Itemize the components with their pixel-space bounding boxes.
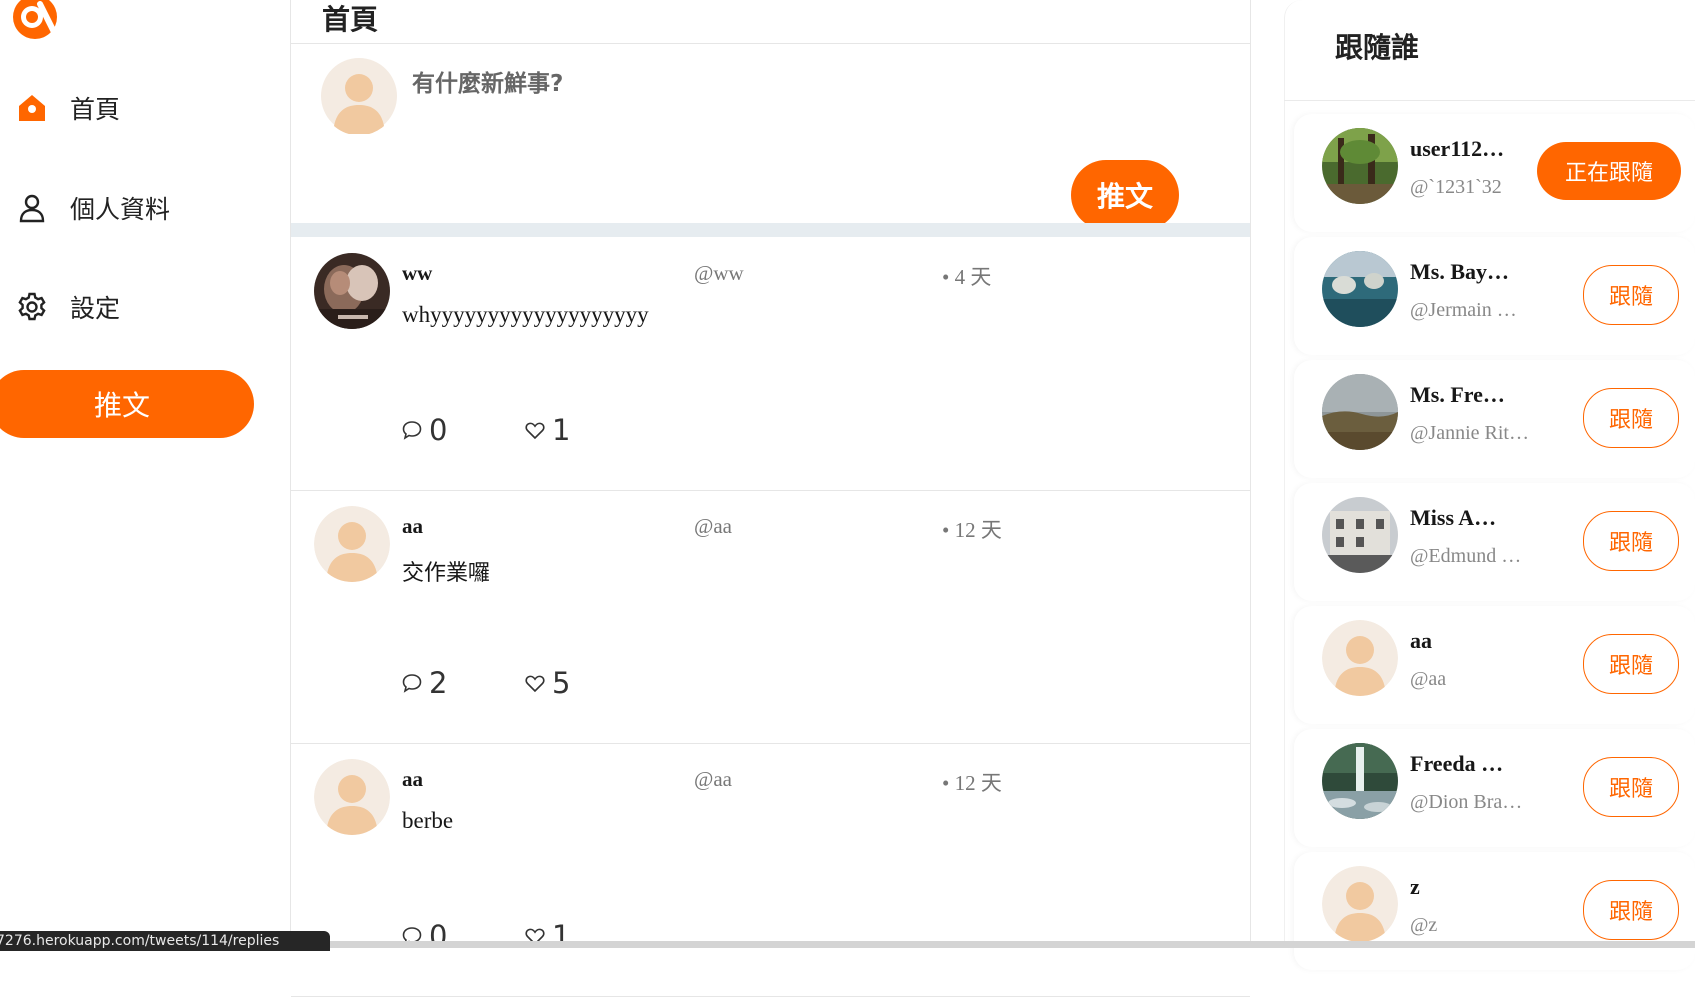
follow-suggestion[interactable]: z @z 跟隨 (1294, 852, 1695, 970)
tweet-content: whyyyyyyyyyyyyyyyyyyy (402, 302, 649, 327)
like-button[interactable]: 5 (524, 666, 570, 700)
compose-separator (291, 223, 1250, 237)
follow-button[interactable]: 跟隨 (1583, 634, 1679, 694)
user-handle: @Dion Bra… (1410, 791, 1523, 813)
tweet-content: 交作業囉 (402, 561, 491, 586)
sidebar-tweet-button[interactable]: 推文 (0, 370, 254, 438)
tweet-time: • 12 天 (942, 518, 1002, 542)
user-name[interactable]: Freeda … (1410, 751, 1545, 777)
status-url-tooltip: 7276.herokuapp.com/tweets/114/replies (0, 931, 330, 951)
who-to-follow-panel: 跟隨誰 user112… @`1231`32 正在跟隨 Ms. Bay… @Je… (1284, 0, 1695, 948)
follow-suggestion[interactable]: Freeda … @Dion Bra… 跟隨 (1294, 729, 1695, 847)
nav-item-home[interactable]: 首頁 (16, 86, 120, 130)
nav-item-profile[interactable]: 個人資料 (16, 186, 170, 230)
tweet-avatar[interactable] (314, 759, 390, 835)
who-to-follow-title: 跟隨誰 (1335, 31, 1420, 64)
title-divider (291, 43, 1250, 44)
compose-avatar (321, 58, 397, 136)
tweet-content: berbe (402, 808, 454, 833)
follow-button[interactable]: 跟隨 (1583, 388, 1679, 448)
tweet-author-handle: @aa (694, 514, 732, 538)
tweet-avatar[interactable] (314, 253, 390, 329)
user-handle: @aa (1410, 668, 1447, 690)
user-handle: @Edmund … (1410, 545, 1522, 567)
tweet-time: • 4 天 (942, 265, 992, 289)
user-avatar[interactable] (1322, 497, 1398, 573)
user-icon (16, 192, 48, 224)
page-title: 首頁 (322, 3, 379, 36)
follow-suggestion[interactable]: Ms. Bay… @Jermain … 跟隨 (1294, 237, 1695, 355)
follow-button[interactable]: 跟隨 (1583, 265, 1679, 325)
tweet-author-handle: @aa (694, 767, 732, 791)
user-handle: @Jannie Rit… (1410, 422, 1529, 444)
user-handle: @Jermain … (1410, 299, 1517, 321)
follow-suggestion[interactable]: user112… @`1231`32 正在跟隨 (1294, 114, 1695, 232)
comment-icon (402, 674, 422, 693)
heart-icon (525, 422, 545, 440)
nav-profile-label: 個人資料 (70, 195, 171, 224)
like-count: 1 (552, 413, 571, 447)
user-name[interactable]: user112… (1410, 136, 1545, 162)
follow-suggestion[interactable]: Ms. Fre… @Jannie Rit… 跟隨 (1294, 360, 1695, 478)
tweet-avatar[interactable] (314, 506, 390, 582)
user-handle: @`1231`32 (1410, 176, 1502, 198)
reply-button[interactable]: 0 (401, 413, 447, 447)
reply-count: 0 (429, 413, 448, 447)
following-button[interactable]: 正在跟隨 (1537, 142, 1681, 200)
comment-icon (402, 421, 422, 440)
like-button[interactable]: 1 (524, 413, 570, 447)
tweet-item[interactable]: aa @aa • 12 天 交作業囉 2 5 (291, 490, 1250, 744)
nav-item-settings[interactable]: 設定 (16, 285, 120, 329)
compose-input[interactable]: 有什麼新鮮事? (412, 64, 563, 98)
tweet-item[interactable]: ww @ww • 4 天 whyyyyyyyyyyyyyyyyyyy 0 1 (291, 237, 1250, 491)
user-avatar[interactable] (1322, 620, 1398, 696)
main-feed: 首頁 有什麼新鮮事? 推文 ww @ww • 4 天 whyyyyyyyyyyy… (291, 0, 1250, 997)
tweet-item[interactable]: aa @aa • 12 天 berbe 0 1 (291, 743, 1250, 997)
user-name[interactable]: Ms. Fre… (1410, 382, 1545, 408)
nav-home-label: 首頁 (70, 95, 121, 124)
compose-tweet-button[interactable]: 推文 (1071, 160, 1179, 230)
logo-icon[interactable] (10, 0, 60, 42)
user-name[interactable]: z (1410, 874, 1545, 900)
tweet-time: • 12 天 (942, 771, 1002, 795)
tweet-author-handle: @ww (694, 261, 744, 285)
gear-icon (16, 291, 48, 323)
follow-button[interactable]: 跟隨 (1583, 757, 1679, 817)
user-avatar[interactable] (1322, 251, 1398, 327)
tweet-author-name[interactable]: aa (402, 514, 423, 539)
right-divider (1250, 0, 1251, 948)
heart-icon (525, 675, 545, 693)
user-name[interactable]: Miss A… (1410, 505, 1545, 531)
tweet-author-name[interactable]: aa (402, 767, 423, 792)
follow-suggestion[interactable]: Miss A… @Edmund … 跟隨 (1294, 483, 1695, 601)
user-avatar[interactable] (1322, 374, 1398, 450)
follow-button[interactable]: 跟隨 (1583, 511, 1679, 571)
user-avatar[interactable] (1322, 743, 1398, 819)
reply-count: 2 (429, 666, 448, 700)
tweet-author-name[interactable]: ww (402, 261, 432, 286)
follow-button[interactable]: 跟隨 (1583, 880, 1679, 940)
left-sidebar: 首頁 個人資料 設定 推文 (0, 0, 290, 948)
home-icon (16, 92, 48, 124)
like-count: 5 (552, 666, 571, 700)
reply-button[interactable]: 2 (401, 666, 447, 700)
horizontal-scrollbar[interactable] (330, 941, 1695, 948)
follow-suggestion[interactable]: aa @aa 跟隨 (1294, 606, 1695, 724)
nav-settings-label: 設定 (70, 294, 121, 323)
user-avatar[interactable] (1322, 866, 1398, 942)
user-handle: @z (1410, 914, 1438, 936)
user-name[interactable]: aa (1410, 628, 1545, 654)
user-avatar[interactable] (1322, 128, 1398, 204)
user-name[interactable]: Ms. Bay… (1410, 259, 1545, 285)
who-to-follow-divider (1284, 100, 1695, 101)
